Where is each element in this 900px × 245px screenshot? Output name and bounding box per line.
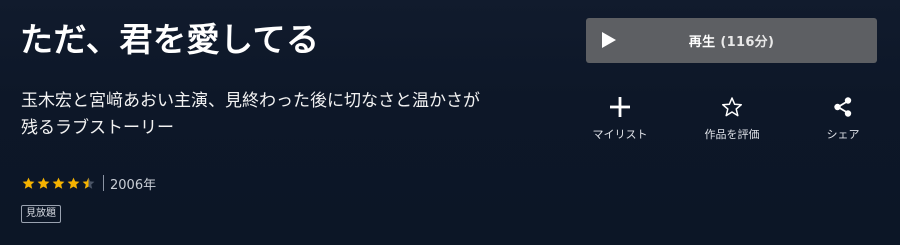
- meta-row: 2006年: [22, 173, 156, 193]
- star-icon: [82, 177, 95, 189]
- availability-badge: 見放題: [21, 205, 61, 223]
- plus-icon: [610, 97, 630, 117]
- play-label: 再生 (116分): [586, 18, 877, 63]
- star-outline-icon: [721, 97, 743, 117]
- share-label: シェア: [826, 128, 860, 141]
- title-detail-page: ただ、君を愛してる 玉木宏と宮﨑あおい主演、見終わった後に切なさと温かさが残るラ…: [0, 0, 900, 245]
- play-button[interactable]: 再生 (116分): [586, 18, 877, 63]
- star-icon: [22, 177, 35, 189]
- star-icon: [37, 177, 50, 189]
- share-icon: [834, 97, 852, 117]
- mylist-label: マイリスト: [592, 128, 648, 141]
- title-description: 玉木宏と宮﨑あおい主演、見終わった後に切なさと温かさが残るラブストーリー: [21, 91, 480, 138]
- rate-label: 作品を評価: [704, 128, 760, 141]
- play-label-text: 再生: [688, 35, 716, 50]
- page-title: ただ、君を愛してる: [20, 20, 320, 59]
- star-icon: [52, 177, 65, 189]
- play-duration: (116分): [720, 35, 775, 50]
- action-bar: マイリスト 作品を評価 シェア: [586, 96, 877, 146]
- release-year: 2006年: [110, 177, 157, 193]
- star-icon: [67, 177, 80, 189]
- star-rating: [22, 177, 95, 190]
- meta-divider: [103, 175, 104, 191]
- rate-button[interactable]: 作品を評価: [687, 96, 777, 146]
- share-button[interactable]: シェア: [798, 96, 888, 146]
- mylist-button[interactable]: マイリスト: [575, 96, 665, 146]
